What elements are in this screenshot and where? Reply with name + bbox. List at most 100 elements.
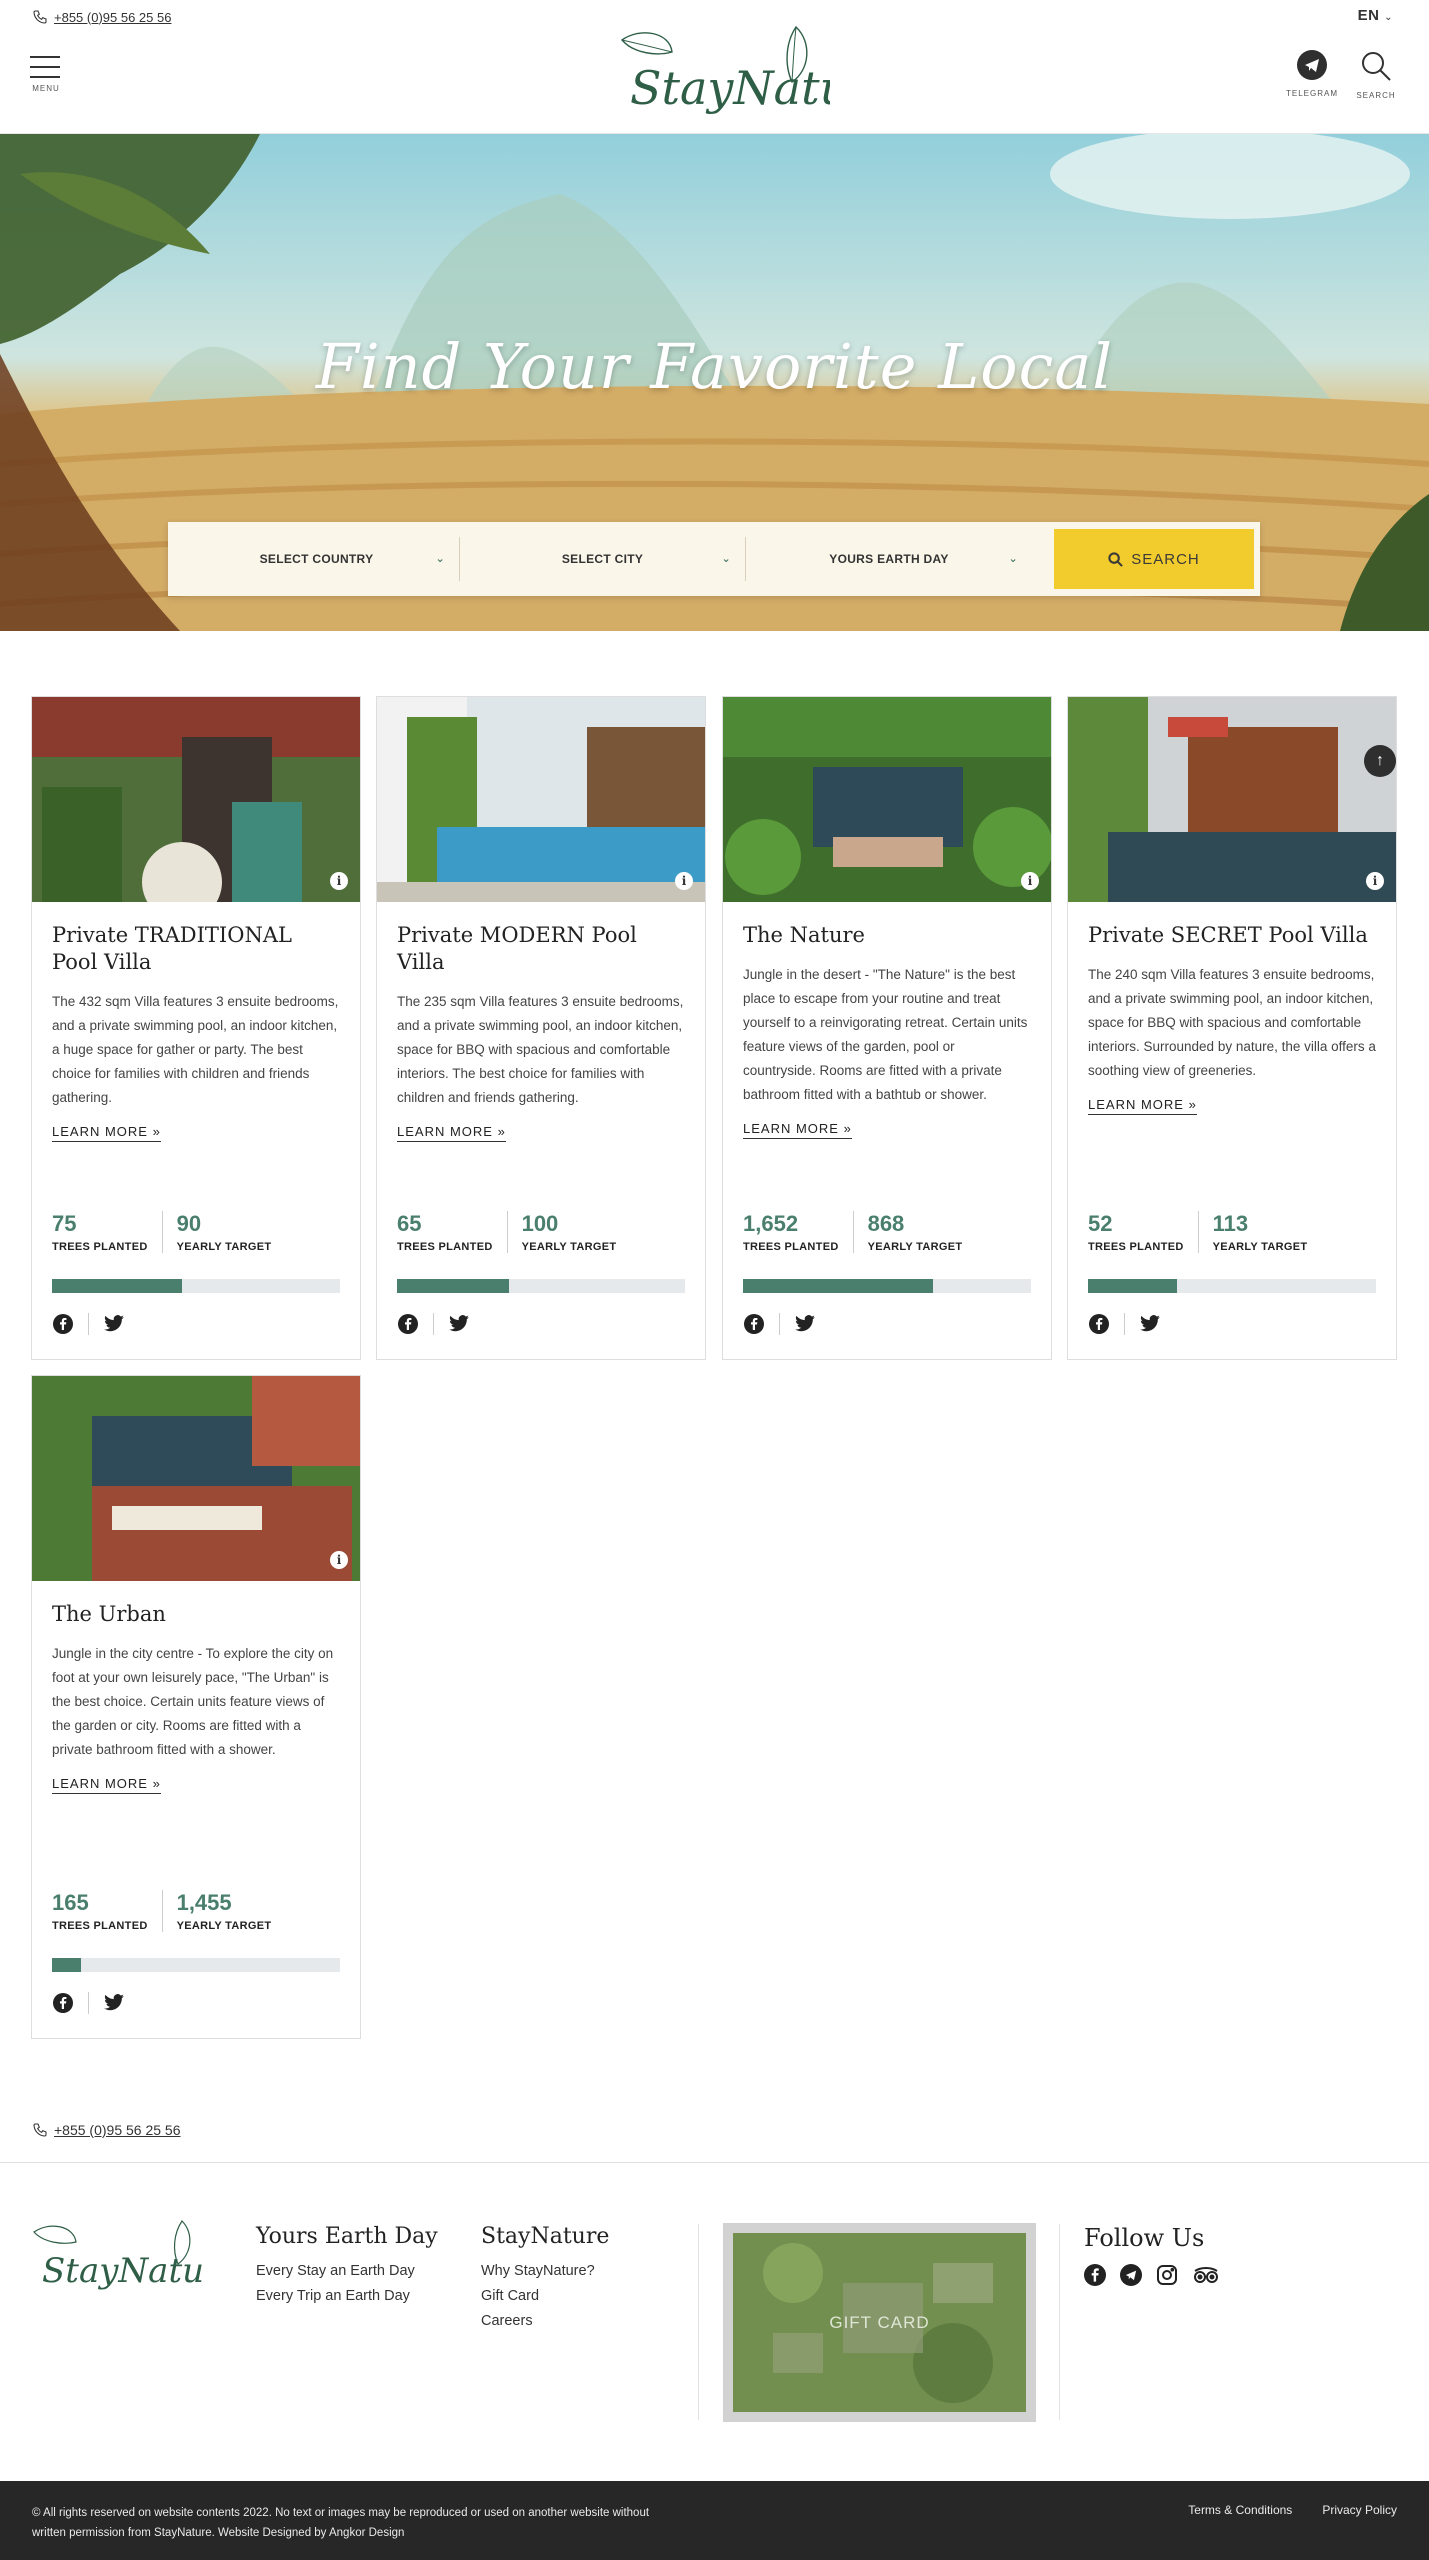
trees-planted-value: 52 xyxy=(1088,1211,1113,1236)
learn-more-link[interactable]: LEARN MORE » xyxy=(1088,1097,1197,1115)
select-city-dropdown[interactable]: SELECT CITY ⌄ xyxy=(460,537,746,581)
facebook-icon[interactable] xyxy=(397,1313,419,1335)
twitter-icon[interactable] xyxy=(448,1313,470,1335)
villa-photo[interactable]: i xyxy=(1068,697,1396,902)
tree-progress-fill xyxy=(743,1279,934,1293)
villa-title[interactable]: Private MODERN Pool Villa xyxy=(397,922,685,976)
footer-link[interactable]: Why StayNature? xyxy=(481,2259,609,2284)
select-earth-day-dropdown[interactable]: YOURS EARTH DAY ⌄ xyxy=(746,537,1032,581)
legal-links: Terms & Conditions Privacy Policy xyxy=(1188,2503,1397,2517)
twitter-icon[interactable] xyxy=(103,1992,125,2014)
search-icon xyxy=(1108,551,1124,567)
footer-phone-link[interactable]: +855 (0)95 56 25 56 xyxy=(32,2122,181,2138)
villa-card: i Private SECRET Pool Villa The 240 sqm … xyxy=(1067,696,1397,1360)
menu-button[interactable]: MENU xyxy=(30,56,62,93)
learn-more-label: LEARN MORE xyxy=(52,1124,148,1139)
privacy-link[interactable]: Privacy Policy xyxy=(1322,2503,1397,2517)
trees-planted-value: 1,652 xyxy=(743,1211,799,1236)
footer-link[interactable]: Gift Card xyxy=(481,2284,609,2309)
facebook-icon[interactable] xyxy=(52,1313,74,1335)
yearly-target-label: YEARLY TARGET xyxy=(867,1241,963,1253)
language-label: EN xyxy=(1357,7,1380,24)
learn-more-label: LEARN MORE xyxy=(52,1776,148,1791)
hero-search-label: SEARCH xyxy=(1131,550,1200,568)
footer-col-staynature: StayNature Why StayNature? Gift Card Car… xyxy=(481,2224,609,2334)
trees-planted-value: 165 xyxy=(52,1890,89,1915)
search-button[interactable]: SEARCH xyxy=(1346,50,1406,100)
yearly-target-value: 868 xyxy=(867,1211,905,1236)
telegram-button[interactable]: TELEGRAM xyxy=(1282,50,1342,98)
villa-title[interactable]: The Nature xyxy=(743,922,1031,949)
learn-more-link[interactable]: LEARN MORE » xyxy=(52,1124,161,1142)
facebook-icon[interactable] xyxy=(52,1992,74,2014)
villa-photo[interactable]: i xyxy=(32,1376,360,1581)
language-selector[interactable]: EN ⌄ xyxy=(1358,7,1393,24)
tree-progress-bar xyxy=(52,1958,340,1972)
logo-text: StayNature xyxy=(630,61,830,115)
villa-description: Jungle in the desert - "The Nature" is t… xyxy=(743,967,1028,1102)
footer-col-title: Yours Earth Day xyxy=(256,2224,438,2249)
tripadvisor-icon[interactable] xyxy=(1192,2264,1220,2286)
twitter-icon[interactable] xyxy=(794,1313,816,1335)
twitter-icon[interactable] xyxy=(1139,1313,1161,1335)
footer-vertical-divider xyxy=(1059,2224,1060,2420)
villa-photo[interactable]: i xyxy=(32,697,360,902)
footer-link[interactable]: Every Trip an Earth Day xyxy=(256,2284,438,2309)
footer-link[interactable]: Every Stay an Earth Day xyxy=(256,2259,438,2284)
yearly-target-value: 90 xyxy=(176,1211,202,1236)
villa-photo[interactable]: i xyxy=(377,697,705,902)
learn-more-link[interactable]: LEARN MORE » xyxy=(52,1776,161,1794)
info-icon[interactable]: i xyxy=(1021,872,1039,890)
footer-link[interactable]: Careers xyxy=(481,2309,609,2334)
info-icon[interactable]: i xyxy=(1366,872,1384,890)
staynature-logo[interactable]: StayNature xyxy=(600,22,898,132)
header-phone-link[interactable]: +855 (0)95 56 25 56 xyxy=(32,9,171,25)
tree-progress-fill xyxy=(52,1958,81,1972)
hero-search-button[interactable]: SEARCH xyxy=(1054,529,1254,589)
tree-stats: 65 TREES PLANTED 100 YEARLY TARGET xyxy=(397,1211,685,1253)
footer-phone-number[interactable]: +855 (0)95 56 25 56 xyxy=(54,2122,181,2138)
select-country-dropdown[interactable]: SELECT COUNTRY ⌄ xyxy=(174,537,460,581)
gift-card-banner[interactable]: GIFT CARD xyxy=(723,2223,1036,2422)
yearly-target-label: YEARLY TARGET xyxy=(521,1241,617,1253)
select-country-label: SELECT COUNTRY xyxy=(259,552,374,566)
facebook-icon[interactable] xyxy=(1088,1313,1110,1335)
footer-logo[interactable]: StayNature xyxy=(30,2218,240,2304)
villa-title[interactable]: Private TRADITIONAL Pool Villa xyxy=(52,922,340,976)
villa-card: i The Nature Jungle in the desert - "The… xyxy=(722,696,1052,1360)
instagram-icon[interactable] xyxy=(1156,2264,1178,2286)
gift-card-image: GIFT CARD xyxy=(733,2233,1026,2412)
back-to-top-button[interactable]: ↑ xyxy=(1364,745,1396,777)
facebook-icon[interactable] xyxy=(1084,2264,1106,2286)
villa-title[interactable]: The Urban xyxy=(52,1601,340,1628)
terms-link[interactable]: Terms & Conditions xyxy=(1188,2503,1292,2517)
footer-divider xyxy=(0,2162,1429,2163)
learn-more-link[interactable]: LEARN MORE » xyxy=(397,1124,506,1142)
footer-col-earth-day: Yours Earth Day Every Stay an Earth Day … xyxy=(256,2224,438,2309)
villa-title[interactable]: Private SECRET Pool Villa xyxy=(1088,922,1376,949)
arrow-up-icon: ↑ xyxy=(1376,752,1384,769)
site-header: +855 (0)95 56 25 56 EN ⌄ MENU StayNature… xyxy=(0,0,1429,134)
copyright-line: © All rights reserved on website content… xyxy=(32,2507,650,2519)
telegram-icon[interactable] xyxy=(1120,2264,1142,2286)
twitter-icon[interactable] xyxy=(103,1313,125,1335)
villa-photo[interactable]: i xyxy=(723,697,1051,902)
trees-planted-label: TREES PLANTED xyxy=(397,1241,493,1253)
info-icon[interactable]: i xyxy=(330,1551,348,1569)
info-icon[interactable]: i xyxy=(675,872,693,890)
learn-more-link[interactable]: LEARN MORE » xyxy=(743,1121,852,1139)
info-icon[interactable]: i xyxy=(330,872,348,890)
search-icon xyxy=(1362,52,1391,81)
villa-description: The 235 sqm Villa features 3 ensuite bed… xyxy=(397,994,684,1105)
card-share-links xyxy=(1088,1313,1161,1335)
hero-title: Find Your Favorite Local xyxy=(315,330,1114,403)
villa-card: i Private TRADITIONAL Pool Villa The 432… xyxy=(31,696,361,1360)
header-phone-number[interactable]: +855 (0)95 56 25 56 xyxy=(54,10,171,25)
telegram-label: TELEGRAM xyxy=(1285,89,1338,98)
tree-progress-fill xyxy=(397,1279,510,1293)
card-share-links xyxy=(397,1313,470,1335)
tree-progress-bar xyxy=(52,1279,340,1293)
tree-stats: 165 TREES PLANTED 1,455 YEARLY TARGET xyxy=(52,1890,340,1932)
tree-progress-bar xyxy=(1088,1279,1376,1293)
facebook-icon[interactable] xyxy=(743,1313,765,1335)
